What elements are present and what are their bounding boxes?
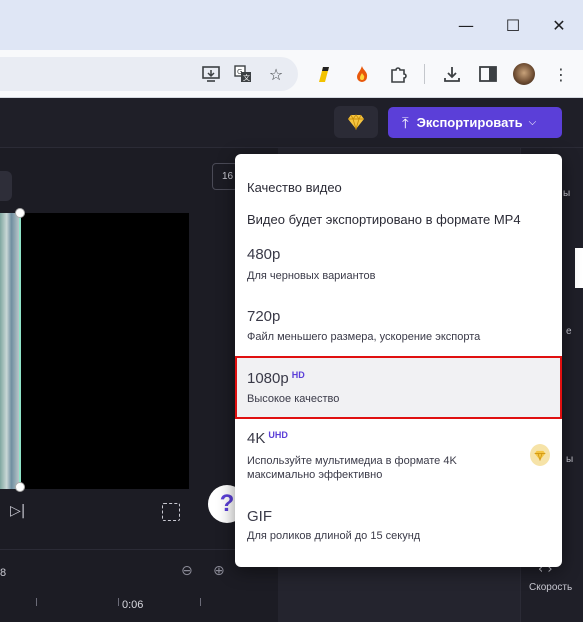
active-tab-edge[interactable] bbox=[0, 22, 10, 50]
timeline-time-mark: 0:06 bbox=[122, 599, 144, 611]
upload-icon: ⤒ bbox=[402, 113, 409, 132]
svg-text:G: G bbox=[237, 68, 242, 76]
extension-i-icon[interactable] bbox=[312, 62, 336, 86]
premium-gem-icon bbox=[530, 444, 550, 466]
quality-option-480p[interactable] bbox=[235, 240, 562, 292]
timeline-tick bbox=[200, 598, 201, 606]
sidebar-icon[interactable] bbox=[476, 62, 500, 86]
skip-forward-icon[interactable]: ▷| bbox=[10, 503, 28, 521]
quality-option-720p[interactable] bbox=[235, 300, 562, 352]
selected-clip-thumbnail[interactable] bbox=[0, 213, 21, 489]
hd-badge: HD bbox=[291, 370, 305, 380]
bookmark-star-icon[interactable]: ☆ bbox=[264, 62, 288, 86]
zoom-out-icon[interactable]: ⊖ bbox=[181, 563, 199, 581]
premium-gem-icon bbox=[348, 114, 364, 130]
option-title: 4K UHD bbox=[247, 430, 288, 447]
resize-handle[interactable] bbox=[15, 482, 25, 492]
option-description: Высокое качество bbox=[247, 393, 340, 405]
option-description: Используйте мультимедиа в формате 4K bbox=[247, 455, 457, 467]
speed-label[interactable]: Скорость bbox=[529, 582, 572, 593]
more-options-icon[interactable]: ⋮ bbox=[549, 62, 573, 86]
rail-item-label[interactable]: е bbox=[566, 326, 572, 337]
quality-option-1080p[interactable] bbox=[235, 356, 562, 419]
premium-button[interactable] bbox=[334, 106, 378, 138]
left-panel-toggle[interactable] bbox=[0, 171, 12, 201]
resize-handle[interactable] bbox=[15, 208, 25, 218]
extensions-puzzle-icon[interactable] bbox=[386, 62, 410, 86]
option-description: Для черновых вариантов bbox=[247, 270, 376, 282]
dropdown-title: Качество видео bbox=[247, 180, 342, 195]
rail-active-indicator bbox=[575, 248, 583, 288]
dropdown-subtitle: Видео будет экспортировано в формате MP4 bbox=[247, 212, 521, 227]
timeline-time-left: 8 bbox=[0, 567, 7, 579]
fullscreen-icon[interactable] bbox=[162, 503, 180, 521]
timeline-tick bbox=[118, 598, 119, 606]
quality-option-gif[interactable] bbox=[235, 500, 562, 552]
option-title: 720p bbox=[247, 308, 281, 325]
zoom-in-icon[interactable]: ⊕ bbox=[213, 563, 231, 581]
install-app-icon[interactable] bbox=[199, 62, 223, 86]
rail-item-label[interactable]: ы bbox=[566, 454, 573, 465]
option-title: 1080p HD bbox=[247, 370, 305, 387]
minimize-icon[interactable]: — bbox=[443, 12, 489, 38]
timeline-tick bbox=[36, 598, 37, 606]
close-icon[interactable]: ✕ bbox=[536, 12, 582, 38]
export-button-label: Экспортировать bbox=[416, 115, 523, 130]
option-description: максимально эффективно bbox=[247, 469, 383, 481]
svg-text:文: 文 bbox=[243, 73, 250, 82]
maximize-icon[interactable]: ☐ bbox=[490, 12, 536, 38]
rail-item-label[interactable]: ы bbox=[563, 188, 570, 199]
extension-flame-icon[interactable] bbox=[350, 62, 374, 86]
uhd-badge: UHD bbox=[268, 430, 288, 440]
option-title: 480p bbox=[247, 246, 281, 263]
option-title: GIF bbox=[247, 508, 272, 525]
toolbar-divider bbox=[424, 64, 425, 84]
option-description: Файл меньшего размера, ускорение экспорт… bbox=[247, 331, 481, 343]
option-description: Для роликов длиной до 15 секунд bbox=[247, 530, 421, 542]
chevron-down-icon: ⌵ bbox=[528, 117, 537, 128]
export-button[interactable]: ⤒ Экспортировать ⌵ bbox=[388, 107, 562, 138]
downloads-icon[interactable] bbox=[440, 62, 464, 86]
video-preview-canvas[interactable] bbox=[21, 213, 189, 489]
translate-icon[interactable]: G文 bbox=[231, 62, 255, 86]
profile-avatar[interactable] bbox=[513, 63, 535, 85]
